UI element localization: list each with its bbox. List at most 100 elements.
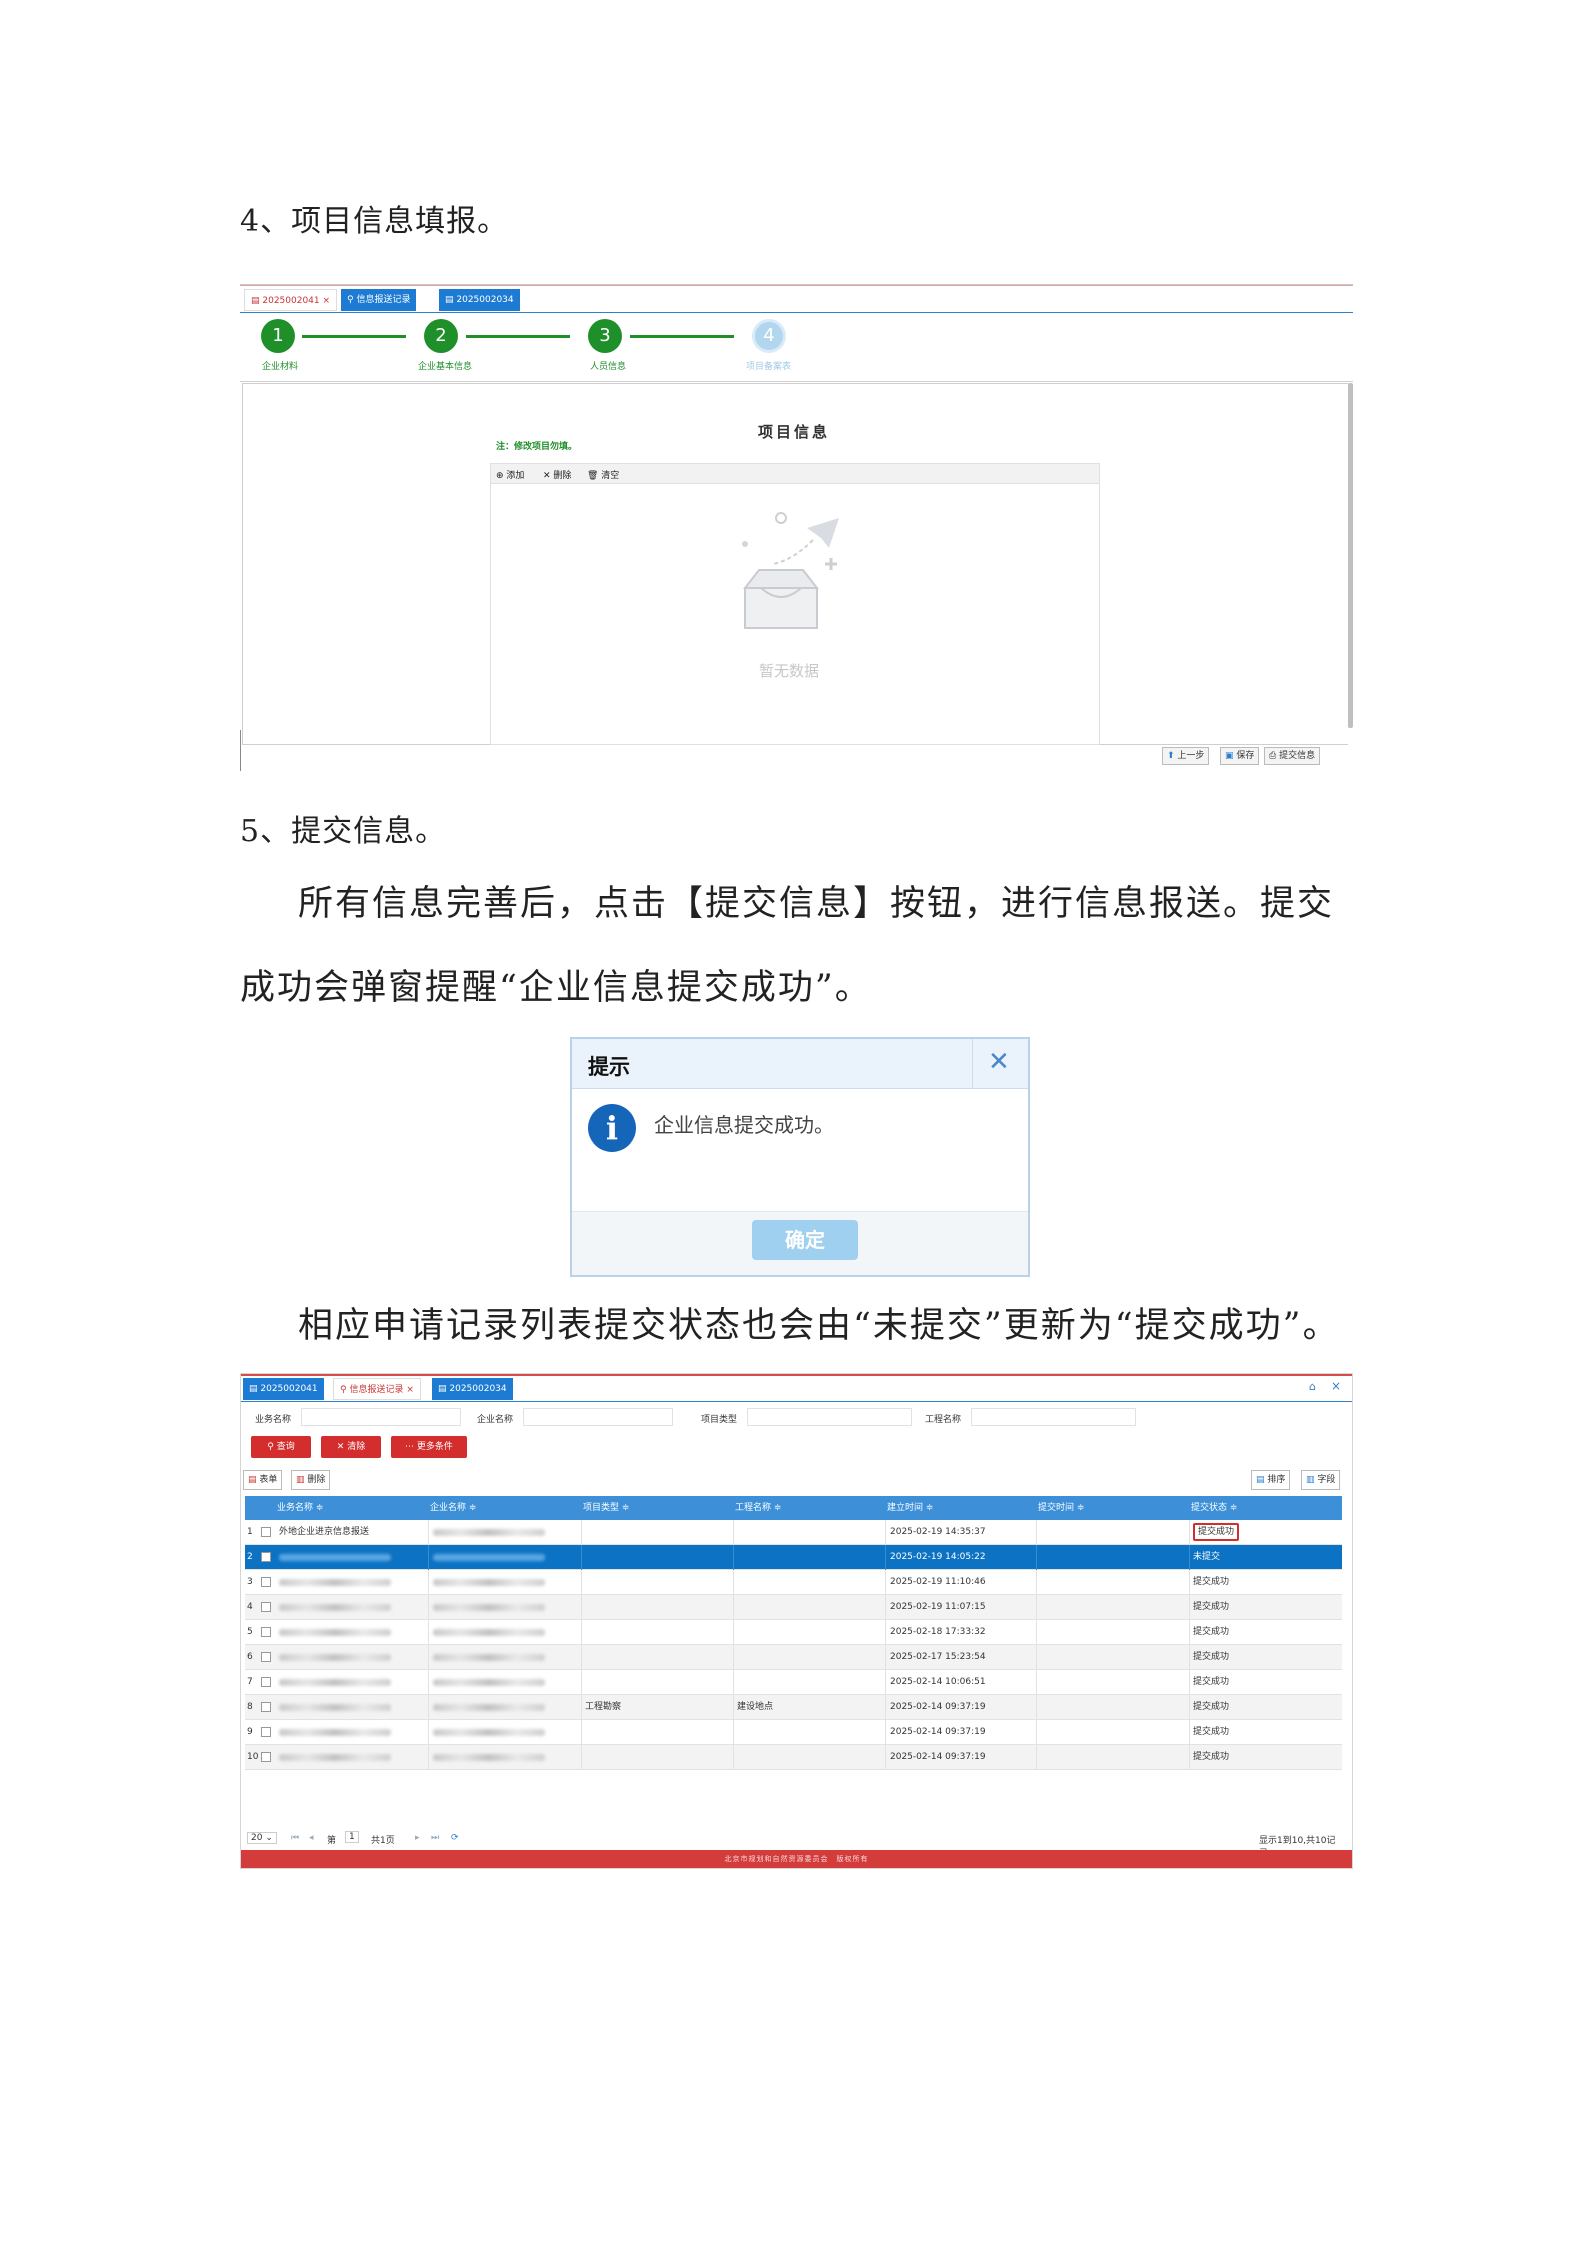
fields-button[interactable]: ▥ 字段 [1301, 1470, 1341, 1490]
query-button[interactable]: ⚲ 查询 [251, 1436, 311, 1458]
sort-button[interactable]: ▤ 排序 [1251, 1470, 1291, 1490]
column-divider [885, 1670, 886, 1695]
created-time-cell: 2025-02-14 09:37:19 [890, 1702, 986, 1712]
business-name-label: 业务名称 [255, 1415, 292, 1425]
submit-info-button[interactable]: ⎙ 提交信息 [1264, 747, 1321, 765]
close-icon[interactable]: ✕ [988, 1047, 1010, 1077]
row-checkbox[interactable] [261, 1577, 271, 1587]
table-row[interactable]: 1 外地企业进京信息报送 2025-02-19 14:35:37 提交成功 [245, 1520, 1342, 1545]
close-icon[interactable]: × [406, 1385, 414, 1395]
form-title: 项目信息 [758, 423, 831, 441]
next-page-icon[interactable]: ▸ [415, 1833, 420, 1843]
row-checkbox[interactable] [261, 1652, 271, 1662]
tab-report-records[interactable]: ⚲ 信息报送记录 [341, 289, 417, 311]
tab-2025002034[interactable]: ▤ 2025002034 [439, 289, 520, 311]
tab-2025002041[interactable]: ▤ 2025002041 [243, 1378, 324, 1400]
business-name-input[interactable] [301, 1408, 461, 1426]
divider [240, 381, 1353, 382]
more-conditions-button[interactable]: ⋯ 更多条件 [391, 1436, 467, 1458]
project-name-input[interactable] [971, 1408, 1136, 1426]
save-button[interactable]: ▣ 保存 [1220, 747, 1260, 765]
table-row[interactable]: 4 2025-02-19 11:07:15 提交成功 [245, 1595, 1342, 1620]
project-name-cell [737, 1720, 877, 1745]
project-name-cell [737, 1620, 877, 1645]
col-company-name[interactable]: 企业名称 ≑ [430, 1496, 476, 1520]
company-name-input[interactable] [523, 1408, 673, 1426]
row-checkbox[interactable] [261, 1727, 271, 1737]
column-divider [1189, 1595, 1190, 1620]
row-checkbox[interactable] [261, 1602, 271, 1612]
form-icon: ▤ [248, 1475, 260, 1485]
column-divider [733, 1620, 734, 1645]
table-row[interactable]: 9 2025-02-14 09:37:19 提交成功 [245, 1720, 1342, 1745]
column-divider [581, 1695, 582, 1720]
clear-button[interactable]: 🗑 清空 [587, 468, 619, 481]
first-page-icon[interactable]: ⏮ [291, 1833, 299, 1843]
project-type-cell [585, 1620, 725, 1645]
step-1-circle[interactable]: 1 [261, 319, 295, 353]
row-checkbox[interactable] [261, 1702, 271, 1712]
row-checkbox[interactable] [261, 1552, 271, 1562]
x-icon: ✕ [543, 471, 554, 481]
scrollbar[interactable] [1348, 383, 1353, 728]
trash-icon: ▥ [296, 1475, 308, 1485]
col-created-time[interactable]: 建立时间 ≑ [887, 1496, 933, 1520]
refresh-icon[interactable]: ⟳ [451, 1833, 459, 1843]
col-project-name[interactable]: 工程名称 ≑ [735, 1496, 781, 1520]
column-divider [733, 1595, 734, 1620]
ok-button[interactable]: 确定 [752, 1220, 858, 1260]
add-button[interactable]: ⊕ 添加 [496, 468, 524, 481]
row-checkbox[interactable] [261, 1627, 271, 1637]
close-icon[interactable]: × [323, 296, 331, 306]
row-checkbox[interactable] [261, 1752, 271, 1762]
step-4-circle[interactable]: 4 [752, 319, 786, 353]
project-grid: ⊕ 添加 ✕ 删除 🗑 清空 暂无数据 [490, 463, 1100, 745]
column-divider [885, 1695, 886, 1720]
table-row[interactable]: 10 2025-02-14 09:37:19 提交成功 [245, 1745, 1342, 1770]
column-divider [428, 1670, 429, 1695]
row-checkbox[interactable] [261, 1527, 271, 1537]
tab-report-records[interactable]: ⚲ 信息报送记录 × [333, 1378, 421, 1400]
step-connector [466, 335, 570, 338]
clear-button[interactable]: ✕ 清除 [321, 1436, 381, 1458]
project-type-cell [585, 1570, 725, 1595]
table-row[interactable]: 3 2025-02-19 11:10:46 提交成功 [245, 1570, 1342, 1595]
page-size-select[interactable]: 20 ⌄ [247, 1832, 277, 1844]
export-button[interactable]: ▤ 表单 [243, 1470, 283, 1490]
tab-2025002034[interactable]: ▤ 2025002034 [432, 1378, 513, 1400]
tab-2025002041[interactable]: ▤ 2025002041 × [244, 289, 338, 311]
col-submit-time[interactable]: 提交时间 ≑ [1038, 1496, 1084, 1520]
table-row[interactable]: 7 2025-02-14 10:06:51 提交成功 [245, 1670, 1342, 1695]
redacted-company-name [433, 1679, 545, 1686]
close-icon[interactable]: × [1331, 1379, 1341, 1393]
step-2-circle[interactable]: 2 [424, 319, 458, 353]
delete-button[interactable]: ✕ 删除 [543, 468, 571, 481]
table-row[interactable]: 5 2025-02-18 17:33:32 提交成功 [245, 1620, 1342, 1645]
last-page-icon[interactable]: ⏭ [431, 1833, 439, 1843]
table-row[interactable]: 2 2025-02-19 14:05:22 未提交 [245, 1545, 1342, 1570]
row-number: 5 [247, 1627, 253, 1637]
up-arrow-icon: ⬆ [1167, 751, 1178, 761]
delete-button[interactable]: ▥ 删除 [291, 1470, 331, 1490]
col-project-type[interactable]: 项目类型 ≑ [583, 1496, 629, 1520]
column-divider [581, 1545, 582, 1570]
redacted-company-name [433, 1729, 545, 1736]
home-icon[interactable]: ⌂ [1309, 1380, 1316, 1393]
col-business-name[interactable]: 业务名称 ≑ [277, 1496, 323, 1520]
form-icon: ▤ [438, 1384, 450, 1394]
page-number-input[interactable]: 1 [345, 1831, 359, 1843]
x-icon: ✕ [336, 1442, 348, 1452]
step-3-circle[interactable]: 3 [588, 319, 622, 353]
fields-label: 字段 [1317, 1475, 1336, 1485]
table-row[interactable]: 6 2025-02-17 15:23:54 提交成功 [245, 1645, 1342, 1670]
col-submit-status[interactable]: 提交状态 ≑ [1191, 1496, 1237, 1520]
paragraph-table-status: 相应申请记录列表提交状态也会由“未提交”更新为“提交成功”。 [298, 1306, 1340, 1346]
total-pages: 共1页 [371, 1836, 395, 1846]
project-type-input[interactable] [747, 1408, 912, 1426]
prev-page-icon[interactable]: ◂ [309, 1833, 314, 1843]
info-icon: i [588, 1104, 636, 1152]
table-row[interactable]: 8 工程勘察 建设地点 2025-02-14 09:37:19 提交成功 [245, 1695, 1342, 1720]
prev-step-button[interactable]: ⬆ 上一步 [1162, 747, 1210, 765]
more-label: 更多条件 [416, 1442, 453, 1452]
row-checkbox[interactable] [261, 1677, 271, 1687]
